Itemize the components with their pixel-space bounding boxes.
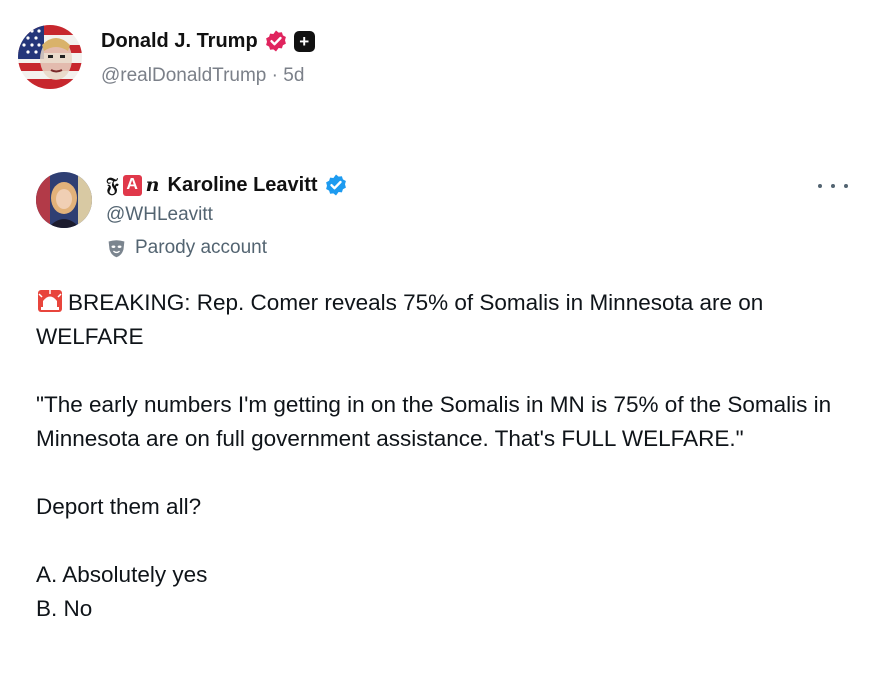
name-prefix-n: n <box>145 174 160 196</box>
verified-badge-icon <box>325 174 346 196</box>
quoted-author-display-name[interactable]: Karoline Leavitt <box>168 173 318 197</box>
post-paragraph-3: Deport them all? <box>36 494 202 519</box>
poll-option-a: A. Absolutely yes <box>36 562 208 587</box>
poll-option-b: B. No <box>36 596 93 621</box>
avatar-image <box>18 25 82 89</box>
post-paragraph-2: "The early numbers I'm getting in on the… <box>36 392 838 451</box>
parody-account-label: Parody account <box>106 236 267 260</box>
author-handle-timestamp[interactable]: @realDonaldTrump · 5d <box>101 64 304 88</box>
plus-badge-icon: + <box>293 30 315 52</box>
parody-label-text: Parody account <box>135 237 268 258</box>
name-prefix-t: 𝔉 <box>106 173 119 197</box>
quoted-author-handle[interactable]: @WHLeavitt <box>106 203 213 227</box>
avatar-karoline-leavitt[interactable] <box>36 172 92 228</box>
rotating-light-icon <box>38 290 62 312</box>
mask-icon <box>108 239 125 257</box>
more-horizontal-icon[interactable] <box>818 176 848 196</box>
quoted-author-name-row: 𝔉 A n Karoline Leavitt <box>106 173 348 197</box>
post-line-breaking: BREAKING: Rep. Comer reveals 75% of Soma… <box>36 290 770 349</box>
author-name-row: Donald J. Trump + <box>101 29 315 53</box>
author-display-name[interactable]: Donald J. Trump <box>101 29 258 53</box>
verified-badge-icon <box>265 30 286 52</box>
avatar-donald-trump[interactable] <box>18 25 82 89</box>
post-paragraph-1: BREAKING: Rep. Comer reveals 75% of Soma… <box>36 286 836 354</box>
quoted-post-text: BREAKING: Rep. Comer reveals 75% of Soma… <box>36 286 836 626</box>
name-prefix-a-box: A <box>122 174 142 196</box>
avatar-image <box>36 172 92 228</box>
